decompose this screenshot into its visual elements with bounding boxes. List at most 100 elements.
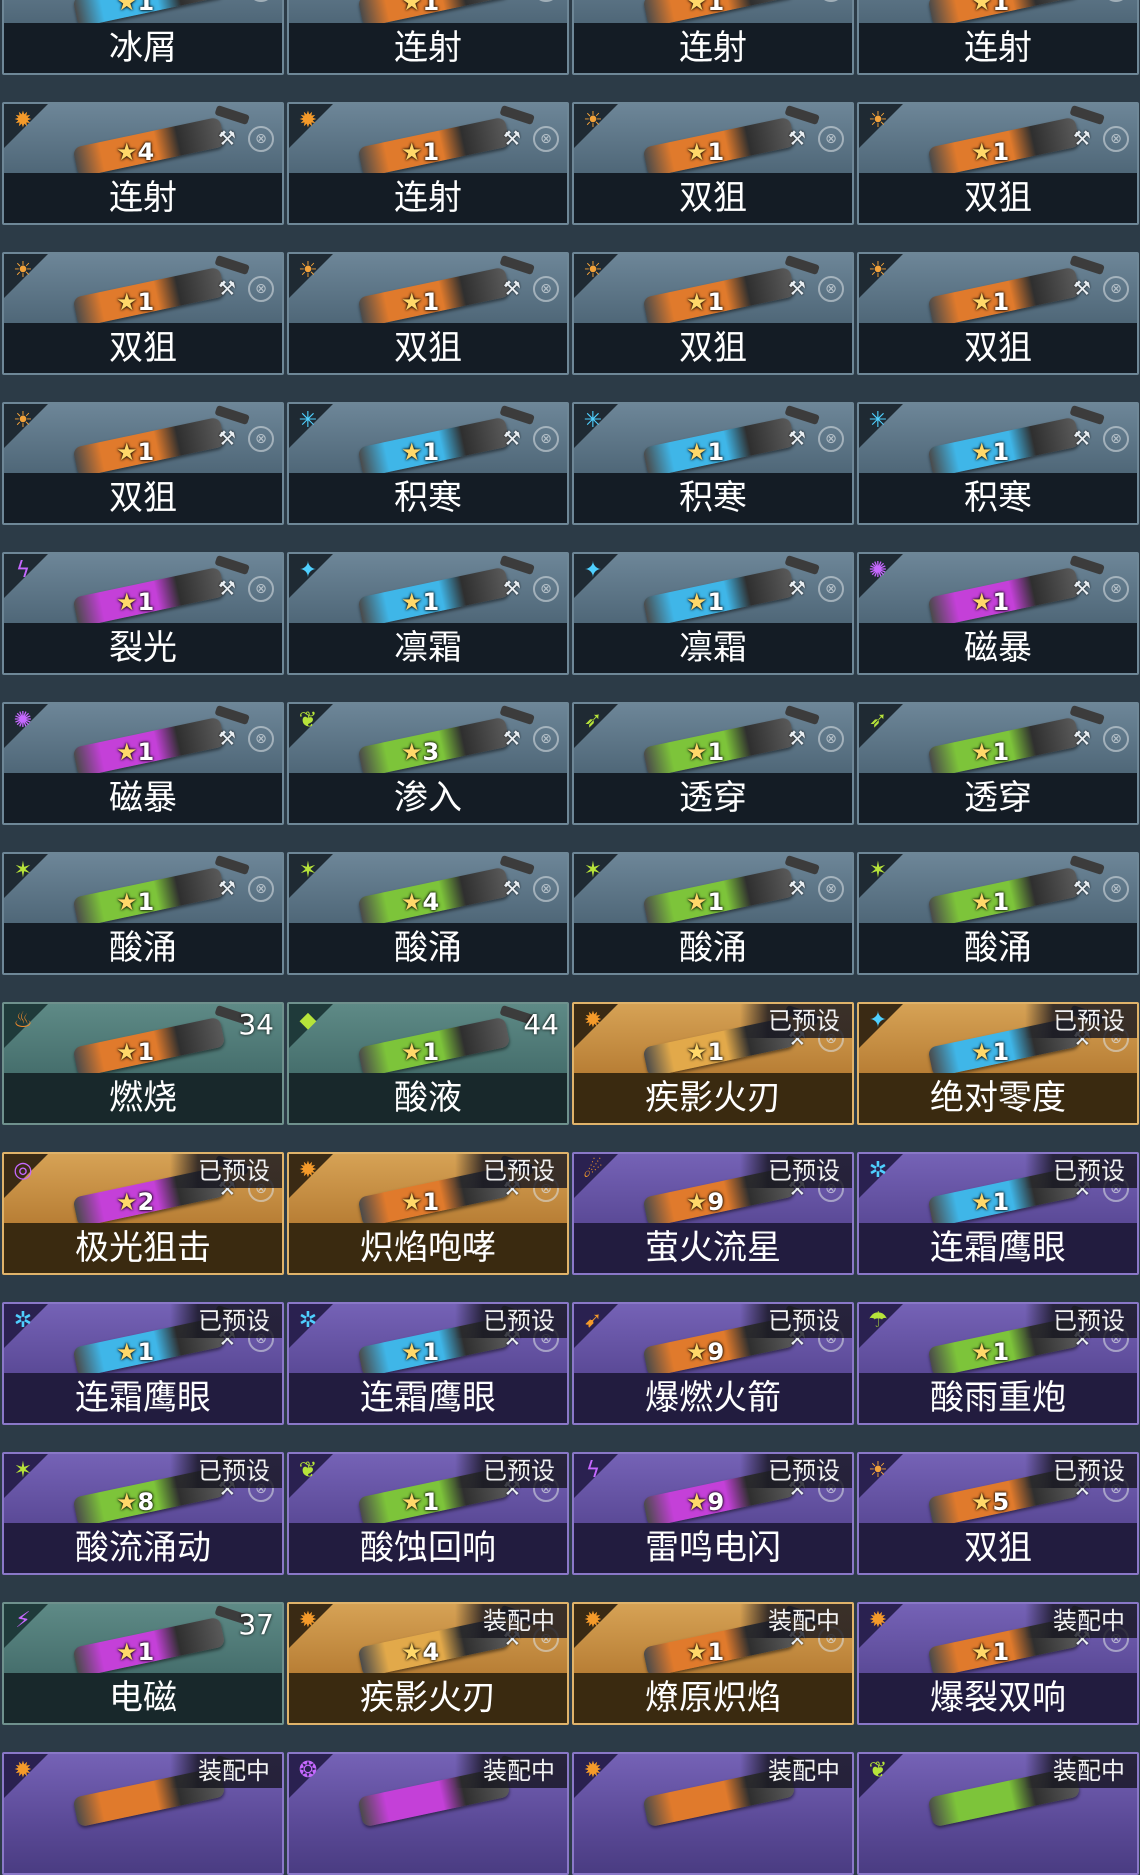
weapon-card[interactable]: ♨ ★1 34 燃烧 [2, 1002, 284, 1125]
remove-icon[interactable]: ⊗ [248, 726, 274, 752]
weapon-card[interactable]: ❄★1⚒⊗冰屑 [2, 0, 284, 75]
weapon-card[interactable]: ✹★1⚒⊗连射 [572, 0, 854, 75]
weapon-card[interactable]: ☀ ★1 ⚒ ⊗ 双狙 [2, 252, 284, 375]
weapon-card[interactable]: ⚡ ★1 37 电磁 [2, 1602, 284, 1725]
weapon-card[interactable]: ✹ ★4 ⚒ ⊗ 连射 [2, 102, 284, 225]
remove-icon[interactable]: ⊗ [533, 726, 559, 752]
weapon-card[interactable]: ✹ ★1 ⚒ ⊗ 装配中 爆裂双响 [857, 1602, 1139, 1725]
weapon-card[interactable]: ✶ ★1 ⚒ ⊗ 酸涌 [857, 852, 1139, 975]
weapon-card[interactable]: ✦ ★1 ⚒ ⊗ 凛霜 [287, 552, 569, 675]
remove-icon[interactable]: ⊗ [533, 876, 559, 902]
remove-icon[interactable]: ⊗ [818, 276, 844, 302]
wrench-icon[interactable]: ⚒ [788, 126, 806, 150]
weapon-card[interactable]: ✹★1⚒⊗连射 [287, 0, 569, 75]
weapon-card[interactable]: ✲ ★1 ⚒ ⊗ 已预设 连霜鹰眼 [287, 1302, 569, 1425]
remove-icon[interactable]: ⊗ [818, 576, 844, 602]
weapon-card[interactable]: ❦ ★1 ⚒ ⊗ 已预设 酸蚀回响 [287, 1452, 569, 1575]
weapon-card[interactable]: ✦ ★1 ⚒ ⊗ 凛霜 [572, 552, 854, 675]
wrench-icon[interactable]: ⚒ [503, 576, 521, 600]
wrench-icon[interactable]: ⚒ [503, 276, 521, 300]
wrench-icon[interactable]: ⚒ [218, 276, 236, 300]
weapon-card[interactable]: ❦ 装配中 [857, 1752, 1139, 1875]
remove-icon[interactable]: ⊗ [533, 0, 559, 2]
wrench-icon[interactable]: ⚒ [218, 576, 236, 600]
wrench-icon[interactable]: ⚒ [503, 426, 521, 450]
wrench-icon[interactable]: ⚒ [503, 726, 521, 750]
remove-icon[interactable]: ⊗ [818, 726, 844, 752]
weapon-card[interactable]: ☀ ★1 ⚒ ⊗ 双狙 [572, 252, 854, 375]
weapon-card[interactable]: ✹ ★1 ⚒ ⊗ 装配中 燎原炽焰 [572, 1602, 854, 1725]
remove-icon[interactable]: ⊗ [1103, 276, 1129, 302]
weapon-card[interactable]: ϟ ★1 ⚒ ⊗ 裂光 [2, 552, 284, 675]
wrench-icon[interactable]: ⚒ [788, 726, 806, 750]
wrench-icon[interactable]: ⚒ [1073, 576, 1091, 600]
remove-icon[interactable]: ⊗ [248, 0, 274, 2]
weapon-card[interactable]: ☀ ★1 ⚒ ⊗ 双狙 [287, 252, 569, 375]
weapon-card[interactable]: ✦ ★1 ⚒ ⊗ 已预设 绝对零度 [857, 1002, 1139, 1125]
remove-icon[interactable]: ⊗ [248, 276, 274, 302]
weapon-card[interactable]: ✹ ★1 ⚒ ⊗ 已预设 炽焰咆哮 [287, 1152, 569, 1275]
wrench-icon[interactable]: ⚒ [788, 876, 806, 900]
remove-icon[interactable]: ⊗ [1103, 0, 1129, 2]
remove-icon[interactable]: ⊗ [1103, 576, 1129, 602]
weapon-card[interactable]: ☀ ★1 ⚒ ⊗ 双狙 [2, 402, 284, 525]
wrench-icon[interactable]: ⚒ [218, 426, 236, 450]
weapon-card[interactable]: ✶ ★1 ⚒ ⊗ 酸涌 [2, 852, 284, 975]
weapon-card[interactable]: ➹ ★9 ⚒ ⊗ 已预设 爆燃火箭 [572, 1302, 854, 1425]
remove-icon[interactable]: ⊗ [818, 426, 844, 452]
remove-icon[interactable]: ⊗ [1103, 726, 1129, 752]
wrench-icon[interactable]: ⚒ [1073, 876, 1091, 900]
wrench-icon[interactable]: ⚒ [218, 126, 236, 150]
weapon-card[interactable]: ❂ 装配中 [287, 1752, 569, 1875]
weapon-card[interactable]: ➶ ★1 ⚒ ⊗ 透穿 [857, 702, 1139, 825]
weapon-card[interactable]: ✹★1⚒⊗连射 [287, 102, 569, 225]
wrench-icon[interactable]: ⚒ [788, 426, 806, 450]
weapon-card[interactable]: ❦ ★3 ⚒ ⊗ 渗入 [287, 702, 569, 825]
wrench-icon[interactable]: ⚒ [218, 726, 236, 750]
weapon-card[interactable]: ✶ ★4 ⚒ ⊗ 酸涌 [287, 852, 569, 975]
wrench-icon[interactable]: ⚒ [503, 126, 521, 150]
weapon-card[interactable]: ✹ ★1 ⚒ ⊗ 已预设 疾影火刃 [572, 1002, 854, 1125]
weapon-card[interactable]: ☀ ★5 ⚒ ⊗ 已预设 双狙 [857, 1452, 1139, 1575]
weapon-card[interactable]: ✶ ★8 ⚒ ⊗ 已预设 酸流涌动 [2, 1452, 284, 1575]
weapon-card[interactable]: ➶ ★1 ⚒ ⊗ 透穿 [572, 702, 854, 825]
remove-icon[interactable]: ⊗ [248, 576, 274, 602]
weapon-card[interactable]: ✹★1⚒⊗连射 [857, 0, 1139, 75]
wrench-icon[interactable]: ⚒ [788, 576, 806, 600]
weapon-card[interactable]: ✺ ★1 ⚒ ⊗ 磁暴 [2, 702, 284, 825]
remove-icon[interactable]: ⊗ [818, 876, 844, 902]
remove-icon[interactable]: ⊗ [818, 126, 844, 152]
weapon-card[interactable]: ✲ ★1 ⚒ ⊗ 已预设 连霜鹰眼 [857, 1152, 1139, 1275]
remove-icon[interactable]: ⊗ [533, 276, 559, 302]
remove-icon[interactable]: ⊗ [533, 576, 559, 602]
weapon-card[interactable]: ☀ ★1 ⚒ ⊗ 双狙 [857, 102, 1139, 225]
remove-icon[interactable]: ⊗ [1103, 426, 1129, 452]
weapon-card[interactable]: ✳ ★1 ⚒ ⊗ 积寒 [287, 402, 569, 525]
remove-icon[interactable]: ⊗ [1103, 126, 1129, 152]
remove-icon[interactable]: ⊗ [248, 426, 274, 452]
weapon-card[interactable]: ✲ ★1 ⚒ ⊗ 已预设 连霜鹰眼 [2, 1302, 284, 1425]
weapon-card[interactable]: ◆ ★1 44 酸液 [287, 1002, 569, 1125]
remove-icon[interactable]: ⊗ [533, 426, 559, 452]
weapon-card[interactable]: ✳ ★1 ⚒ ⊗ 积寒 [572, 402, 854, 525]
weapon-card[interactable]: ✳ ★1 ⚒ ⊗ 积寒 [857, 402, 1139, 525]
weapon-card[interactable]: ✺ ★1 ⚒ ⊗ 磁暴 [857, 552, 1139, 675]
remove-icon[interactable]: ⊗ [248, 126, 274, 152]
weapon-card[interactable]: ☄ ★9 ⚒ ⊗ 已预设 萤火流星 [572, 1152, 854, 1275]
wrench-icon[interactable]: ⚒ [1073, 126, 1091, 150]
weapon-card[interactable]: ☀ ★1 ⚒ ⊗ 双狙 [572, 102, 854, 225]
wrench-icon[interactable]: ⚒ [503, 876, 521, 900]
wrench-icon[interactable]: ⚒ [1073, 426, 1091, 450]
wrench-icon[interactable]: ⚒ [1073, 726, 1091, 750]
remove-icon[interactable]: ⊗ [818, 0, 844, 2]
weapon-card[interactable]: ϟ ★9 ⚒ ⊗ 已预设 雷鸣电闪 [572, 1452, 854, 1575]
weapon-card[interactable]: ✹ ★4 ⚒ ⊗ 装配中 疾影火刃 [287, 1602, 569, 1725]
weapon-card[interactable]: ✹ 装配中 [572, 1752, 854, 1875]
wrench-icon[interactable]: ⚒ [788, 276, 806, 300]
weapon-card[interactable]: ☂ ★1 ⚒ ⊗ 已预设 酸雨重炮 [857, 1302, 1139, 1425]
weapon-card[interactable]: ☀ ★1 ⚒ ⊗ 双狙 [857, 252, 1139, 375]
remove-icon[interactable]: ⊗ [248, 876, 274, 902]
weapon-card[interactable]: ◎ ★2 ⚒ ⊗ 已预设 极光狙击 [2, 1152, 284, 1275]
remove-icon[interactable]: ⊗ [533, 126, 559, 152]
wrench-icon[interactable]: ⚒ [218, 876, 236, 900]
